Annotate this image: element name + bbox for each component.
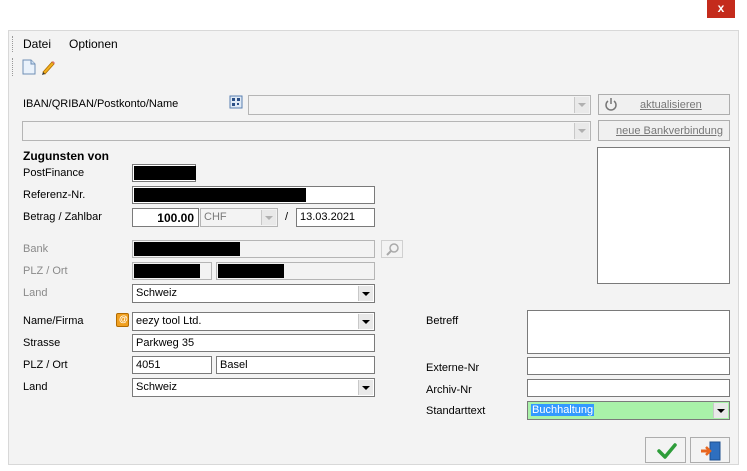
postfinance-field[interactable]	[132, 164, 196, 182]
refresh-icon	[604, 97, 618, 114]
bank-connection-combo[interactable]	[22, 121, 591, 141]
title-bar	[0, 0, 747, 30]
refresh-button[interactable]: aktualisieren	[598, 94, 730, 115]
betreff-label: Betreff	[426, 315, 459, 327]
magnifier-icon	[386, 243, 400, 260]
standard-combo[interactable]: Buchhaltung	[527, 401, 730, 420]
bank-plz-field[interactable]	[132, 262, 212, 280]
exit-door-icon	[700, 440, 722, 465]
betrag-field[interactable]: 100.00	[132, 208, 199, 227]
redacted-block	[134, 264, 200, 278]
strasse-value: Parkweg 35	[136, 337, 195, 349]
externe-label: Externe-Nr	[426, 362, 480, 374]
bank-label: Bank	[23, 243, 49, 255]
plz-label: PLZ / Ort	[23, 359, 68, 371]
chevron-down-icon[interactable]	[261, 210, 276, 225]
chevron-down-icon[interactable]	[358, 286, 373, 301]
redacted-block	[134, 188, 306, 202]
plz-field[interactable]: 4051	[132, 356, 212, 374]
strasse-field[interactable]: Parkweg 35	[132, 334, 375, 352]
currency-value: CHF	[204, 211, 227, 223]
redacted-block	[134, 242, 240, 256]
referenz-label: Referenz-Nr.	[23, 189, 86, 201]
name-value: eezy tool Ltd.	[136, 315, 202, 327]
chevron-down-icon[interactable]	[574, 97, 589, 113]
iban-label: IBAN/QRIBAN/Postkonto/Name	[23, 98, 179, 110]
preview-box	[597, 147, 730, 284]
menu-optionen[interactable]: Optionen	[69, 37, 118, 51]
chevron-down-icon[interactable]	[358, 314, 373, 329]
archiv-label: Archiv-Nr	[426, 384, 472, 396]
bank-land-value: Schweiz	[136, 287, 177, 299]
bank-land-combo[interactable]: Schweiz	[132, 284, 375, 303]
land-combo[interactable]: Schweiz	[132, 378, 375, 397]
checkmark-icon	[657, 442, 677, 463]
bank-plz-label: PLZ / Ort	[23, 265, 68, 277]
toolbar-grip	[12, 58, 14, 76]
externe-field[interactable]	[527, 357, 730, 375]
plz-value: 4051	[136, 359, 161, 371]
new-document-icon[interactable]	[22, 59, 36, 75]
close-button[interactable]: x	[707, 0, 735, 18]
referenz-field[interactable]	[132, 186, 375, 204]
betreff-textarea[interactable]	[527, 310, 730, 354]
edit-pencil-icon[interactable]	[40, 59, 56, 75]
chevron-down-icon[interactable]	[713, 403, 728, 418]
qr-code-icon[interactable]	[229, 95, 243, 109]
chevron-down-icon[interactable]	[574, 123, 589, 139]
currency-combo[interactable]: CHF	[200, 208, 278, 227]
bank-field[interactable]	[132, 240, 375, 258]
chevron-down-icon[interactable]	[358, 380, 373, 395]
section-title-zugunsten: Zugunsten von	[23, 149, 109, 163]
menu-datei[interactable]: Datei	[23, 37, 51, 51]
date-separator: /	[285, 211, 289, 223]
new-bank-connection-button[interactable]: neue Bankverbindung	[598, 120, 730, 141]
new-bank-label: neue Bankverbindung	[616, 125, 724, 137]
date-value: 13.03.2021	[300, 211, 356, 223]
exit-button[interactable]	[690, 437, 730, 463]
bank-search-button[interactable]	[381, 240, 403, 258]
betrag-label: Betrag / Zahlbar	[23, 211, 102, 223]
strasse-label: Strasse	[23, 337, 61, 349]
bank-land-label: Land	[23, 287, 48, 299]
name-label: Name/Firma	[23, 315, 84, 327]
bank-ort-field[interactable]	[216, 262, 375, 280]
land-label: Land	[23, 381, 48, 393]
date-field[interactable]: 13.03.2021	[296, 208, 375, 227]
betrag-value: 100.00	[157, 211, 194, 225]
address-book-icon[interactable]: @	[116, 313, 129, 327]
redacted-block	[134, 166, 196, 180]
menubar-grip	[12, 36, 14, 52]
ok-button[interactable]	[645, 437, 686, 463]
postfinance-label: PostFinance	[23, 167, 85, 179]
ort-value: Basel	[220, 359, 248, 371]
iban-search-combo[interactable]	[248, 95, 591, 115]
standard-label: Standarttext	[426, 405, 486, 417]
refresh-label: aktualisieren	[640, 99, 702, 111]
standard-value: Buchhaltung	[531, 404, 595, 416]
redacted-block	[218, 264, 284, 278]
land-value: Schweiz	[136, 381, 177, 393]
name-combo[interactable]: eezy tool Ltd.	[132, 312, 375, 331]
ort-field[interactable]: Basel	[216, 356, 375, 374]
archiv-field[interactable]	[527, 379, 730, 397]
